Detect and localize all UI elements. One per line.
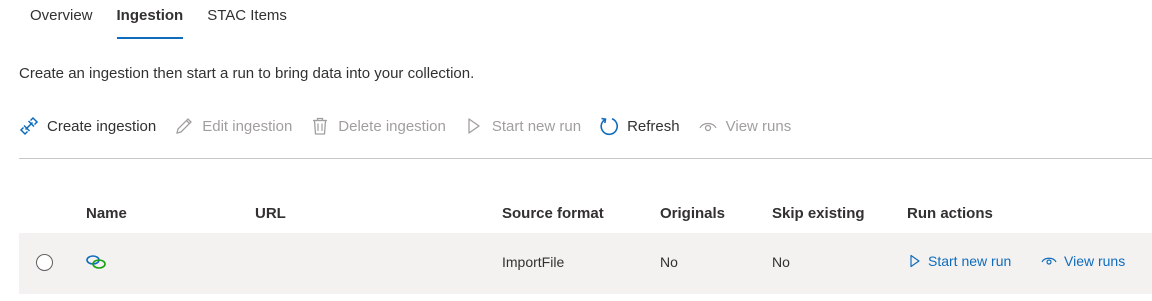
create-ingestion-label: Create ingestion (47, 117, 157, 135)
row-view-runs-link[interactable]: View runs (1041, 253, 1125, 269)
start-new-run-button[interactable]: Start new run (464, 116, 581, 136)
tab-ingestion[interactable]: Ingestion (105, 0, 196, 40)
row-start-new-run-label: Start new run (928, 253, 1012, 269)
ingestions-table: Name URL Source format Originals Skip ex… (19, 195, 1152, 294)
delete-ingestion-label: Delete ingestion (338, 117, 446, 135)
view-runs-button[interactable]: View runs (698, 116, 792, 136)
ingestion-toolbar: Create ingestion Edit ingestion Delete i… (19, 113, 809, 139)
row-start-new-run-link[interactable]: Start new run (909, 253, 1011, 269)
view-runs-label: View runs (725, 117, 792, 135)
column-header-name[interactable]: Name (86, 205, 127, 222)
eye-icon (698, 116, 718, 136)
create-ingestion-button[interactable]: Create ingestion (19, 116, 156, 136)
row-skip-existing: No (772, 254, 790, 270)
column-header-url[interactable]: URL (255, 205, 286, 222)
row-select-radio[interactable] (36, 254, 53, 271)
intro-text: Create an ingestion then start a run to … (19, 65, 475, 82)
pencil-icon (174, 116, 194, 136)
play-icon (464, 116, 484, 136)
column-header-source-format[interactable]: Source format (502, 205, 604, 222)
eye-icon (1041, 257, 1057, 265)
refresh-icon (599, 116, 619, 136)
link-icon (19, 116, 39, 136)
start-new-run-label: Start new run (491, 117, 582, 135)
tab-bar: Overview Ingestion STAC Items (18, 0, 299, 40)
refresh-button[interactable]: Refresh (599, 116, 680, 136)
play-icon (910, 254, 920, 268)
refresh-label: Refresh (627, 117, 680, 135)
edit-ingestion-label: Edit ingestion (202, 117, 293, 135)
toolbar-divider (19, 158, 1152, 159)
table-row[interactable]: ImportFile No No Start new run View runs (19, 233, 1152, 294)
tab-stac-items[interactable]: STAC Items (195, 0, 299, 40)
row-source-format: ImportFile (502, 254, 565, 270)
column-header-skip-existing[interactable]: Skip existing (772, 205, 865, 222)
edit-ingestion-button[interactable]: Edit ingestion (174, 116, 292, 136)
table-header: Name URL Source format Originals Skip ex… (19, 195, 1152, 233)
trash-icon (310, 116, 330, 136)
column-header-run-actions[interactable]: Run actions (907, 205, 993, 222)
tab-overview[interactable]: Overview (18, 0, 105, 40)
row-originals: No (660, 254, 678, 270)
ingestion-link-icon[interactable] (85, 253, 107, 274)
row-view-runs-label: View runs (1064, 253, 1126, 269)
delete-ingestion-button[interactable]: Delete ingestion (310, 116, 446, 136)
column-header-originals[interactable]: Originals (660, 205, 725, 222)
